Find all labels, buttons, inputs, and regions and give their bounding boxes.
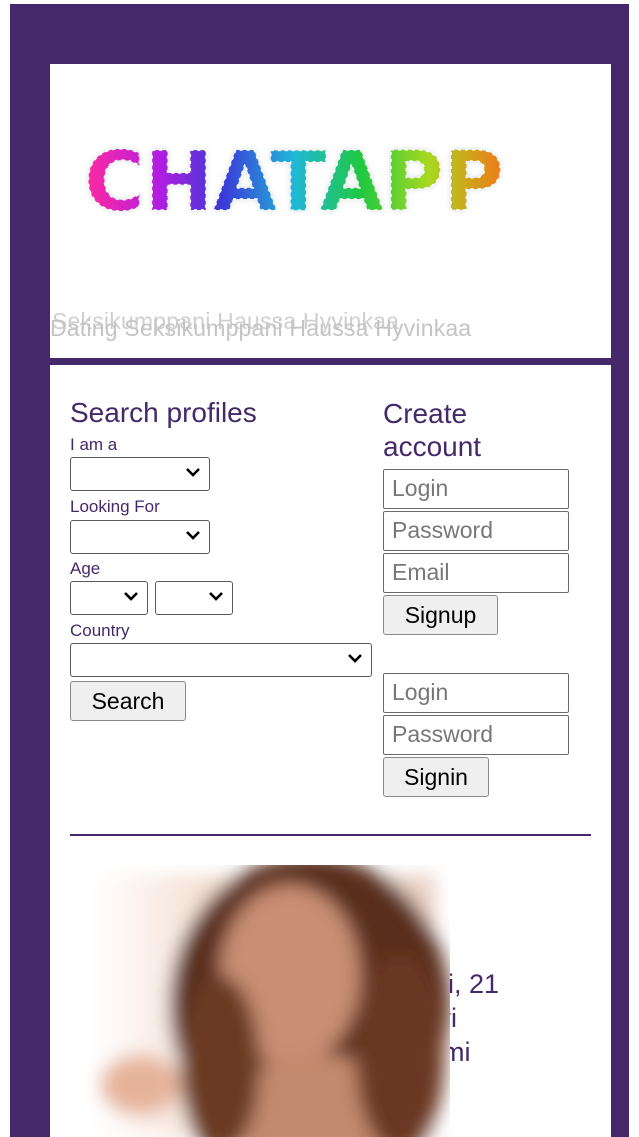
- main-panel: Search profiles I am a Looking For Age C…: [50, 365, 611, 1137]
- create-account-title: Create account: [383, 398, 482, 462]
- age-from-select[interactable]: [70, 581, 148, 615]
- country-select[interactable]: [70, 643, 372, 677]
- signup-email-input[interactable]: Email: [383, 553, 569, 593]
- signin-password-input[interactable]: Password: [383, 715, 569, 755]
- logo-text: CHATAPP: [84, 135, 503, 230]
- chevron-down-icon: [209, 592, 223, 601]
- chevron-down-icon: [348, 654, 362, 663]
- looking-for-label: Looking For: [70, 497, 160, 516]
- signup-password-input[interactable]: Password: [383, 511, 569, 551]
- chevron-down-icon: [186, 531, 200, 540]
- search-profiles-title: Search profiles: [70, 397, 257, 428]
- age-label: Age: [70, 559, 101, 578]
- chevron-down-icon: [124, 592, 138, 601]
- profile-photo-image: [70, 865, 450, 1137]
- country-label: Country: [70, 621, 130, 640]
- signup-login-input[interactable]: Login: [383, 469, 569, 509]
- signin-button[interactable]: Signin: [383, 757, 489, 797]
- tagline-front: Dating Seksikumppani Haussa Hyvinkaa: [50, 315, 472, 341]
- i-am-label: I am a: [70, 435, 118, 454]
- age-to-select[interactable]: [155, 581, 233, 615]
- signin-login-input[interactable]: Login: [383, 673, 569, 713]
- chevron-down-icon: [186, 468, 200, 477]
- looking-for-select[interactable]: [70, 520, 210, 554]
- chatapp-logo[interactable]: CHATAPP CHATAPP: [62, 122, 527, 240]
- profile-photo[interactable]: [70, 865, 450, 1137]
- section-divider: [70, 834, 591, 836]
- signup-button[interactable]: Signup: [383, 595, 498, 635]
- profile-name-age: li, 21: [442, 969, 500, 999]
- search-button[interactable]: Search: [70, 681, 186, 721]
- i-am-select[interactable]: [70, 457, 210, 491]
- site-header: CHATAPP CHATAPP Seksikumppani Haussa Hyv…: [50, 64, 611, 358]
